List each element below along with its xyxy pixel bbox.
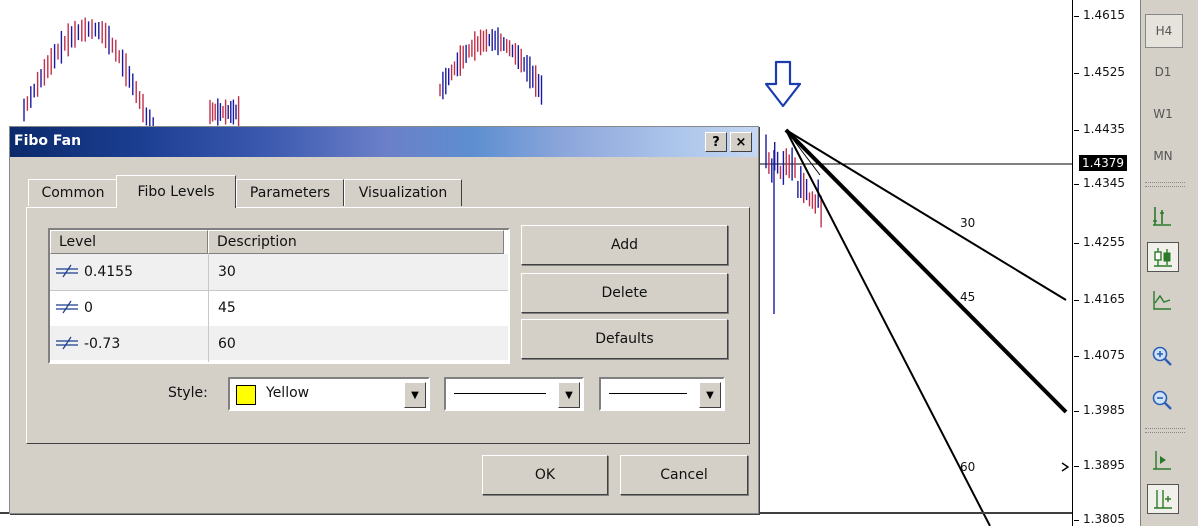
line-width-select[interactable]: ▼ xyxy=(599,377,725,411)
price-tick: 1.4615 xyxy=(1074,8,1125,22)
column-header-description[interactable]: Description xyxy=(208,230,504,254)
current-price-label: 1.4379 xyxy=(1079,155,1127,171)
level-value: 0 xyxy=(84,300,93,316)
timeframe-w1-button[interactable]: W1 xyxy=(1145,98,1181,130)
candlestick-button[interactable] xyxy=(1147,242,1179,272)
line-chart-button[interactable] xyxy=(1147,286,1177,314)
line-style-sample xyxy=(454,393,546,394)
ok-button[interactable]: OK xyxy=(482,455,608,495)
table-row[interactable]: 0.4155 30 xyxy=(50,254,508,291)
levels-table[interactable]: Level Description 0.4155 30 0 45 -0.73 6… xyxy=(48,228,510,364)
price-tick: 1.3895 xyxy=(1074,458,1125,472)
chart-shift-icon xyxy=(1154,490,1172,509)
timeframe-d1-button[interactable]: D1 xyxy=(1145,56,1181,88)
price-tick: 1.3805 xyxy=(1074,512,1125,526)
tab-parameters[interactable]: Parameters xyxy=(236,179,344,206)
dialog-title: Fibo Fan xyxy=(14,133,82,149)
dialog-titlebar[interactable]: Fibo Fan ? × xyxy=(10,127,758,157)
defaults-button[interactable]: Defaults xyxy=(521,319,728,359)
price-tick: 1.4165 xyxy=(1074,292,1125,306)
color-select[interactable]: Yellow ▼ xyxy=(228,377,430,411)
price-tick: 1.4525 xyxy=(1074,65,1125,79)
toolbar-separator xyxy=(1145,428,1185,433)
price-tick: 1.4075 xyxy=(1074,348,1125,362)
tab-fibo-levels[interactable]: Fibo Levels xyxy=(116,175,236,208)
down-arrow-icon xyxy=(764,60,802,108)
level-line-icon xyxy=(56,264,78,278)
timeframe-h4-button[interactable]: H4 xyxy=(1145,14,1183,48)
fan-label-45: 45 xyxy=(960,290,976,304)
table-row[interactable]: 0 45 xyxy=(50,290,508,327)
style-label: Style: xyxy=(168,385,208,401)
axis-marker-icon xyxy=(1061,462,1070,472)
cancel-button[interactable]: Cancel xyxy=(620,455,748,495)
color-swatch xyxy=(236,385,256,405)
level-description: 60 xyxy=(218,336,236,352)
add-button[interactable]: Add xyxy=(521,225,728,265)
level-description: 45 xyxy=(218,300,236,316)
candlestick-icon xyxy=(1154,248,1172,267)
price-tick: 1.4345 xyxy=(1074,176,1125,190)
fan-label-60: 60 xyxy=(960,460,976,474)
column-header-level[interactable]: Level xyxy=(50,230,208,254)
fan-anchor-line xyxy=(785,129,821,176)
auto-scroll-button[interactable] xyxy=(1147,446,1177,474)
chevron-down-icon[interactable]: ▼ xyxy=(699,382,721,408)
delete-button[interactable]: Delete xyxy=(521,273,728,313)
bar-chart-button[interactable] xyxy=(1147,202,1177,230)
tab-visualization[interactable]: Visualization xyxy=(344,179,462,206)
chevron-down-icon[interactable]: ▼ xyxy=(404,382,426,408)
zoom-out-button[interactable] xyxy=(1147,386,1177,414)
close-button[interactable]: × xyxy=(730,132,752,152)
fan-line-30 xyxy=(785,129,1067,301)
fan-label-30: 30 xyxy=(960,216,976,230)
auto-scroll-icon xyxy=(1153,451,1171,470)
help-button[interactable]: ? xyxy=(705,132,727,152)
level-description: 30 xyxy=(218,264,236,280)
toolbar-separator xyxy=(1145,182,1185,187)
color-select-value: Yellow xyxy=(266,385,310,401)
price-axis: 1.4615 1.4525 1.4435 1.4345 1.4255 1.416… xyxy=(1072,0,1141,526)
fan-line-45 xyxy=(784,128,1068,414)
line-width-sample xyxy=(609,393,687,394)
zoom-in-icon xyxy=(1152,346,1172,366)
chevron-down-icon[interactable]: ▼ xyxy=(558,382,580,408)
tab-common[interactable]: Common xyxy=(28,179,118,206)
price-tick: 1.3985 xyxy=(1074,403,1125,417)
price-tick: 1.4435 xyxy=(1074,122,1125,136)
fibo-fan-dialog: Fibo Fan ? × Common Fibo Levels Paramete… xyxy=(9,126,759,514)
price-tick: 1.4255 xyxy=(1074,235,1125,249)
level-line-icon xyxy=(56,336,78,350)
right-toolbar: H4 D1 W1 MN xyxy=(1140,0,1198,526)
zoom-in-button[interactable] xyxy=(1147,342,1177,370)
table-row[interactable]: -0.73 60 xyxy=(50,326,508,360)
line-chart-icon xyxy=(1153,291,1171,310)
timeframe-mn-button[interactable]: MN xyxy=(1145,140,1181,172)
zoom-out-icon xyxy=(1152,390,1172,410)
chart-shift-button[interactable] xyxy=(1147,484,1179,514)
bar-chart-icon xyxy=(1153,207,1171,226)
column-divider xyxy=(208,254,209,362)
line-style-select[interactable]: ▼ xyxy=(444,377,584,411)
level-value: 0.4155 xyxy=(84,264,133,280)
level-line-icon xyxy=(56,300,78,314)
level-value: -0.73 xyxy=(84,336,121,352)
